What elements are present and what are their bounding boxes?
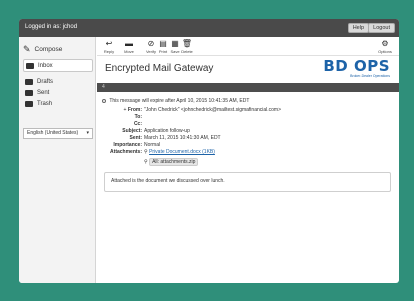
attachment-zip-link[interactable]: All: attachments.zip [149,158,199,166]
importance-value: Normal [144,142,161,148]
reply-label: Reply [103,49,115,54]
page-title: Encrypted Mail Gateway [105,63,214,74]
importance-row: Importance: Normal [107,142,307,148]
brand-logo: BD OPS Broker-Dealer Operations [323,57,390,78]
delete-icon: 🗑 [181,39,193,48]
expiry-notice: This message will expire after April 10,… [102,98,249,104]
subject-value: Application follow-up [144,128,190,134]
importance-label: Importance: [113,142,142,148]
cc-label: Cc: [133,121,142,127]
sent-row: Sent: March 11, 2015 10:41:30 AM, EDT [107,135,307,141]
top-bar: Logged in as: jchod Help Logout [19,19,399,37]
compose-button[interactable]: ✎ Compose [23,42,91,56]
sidebar-item-inbox[interactable]: Inbox [23,59,93,72]
message-body: Attached is the document we discussed ov… [104,172,391,192]
move-icon: ▬ [125,39,133,48]
reply-icon: ↩ [105,39,113,48]
expiry-text: This message will expire after April 10,… [109,98,250,104]
info-icon [102,98,106,103]
main-content: ↩ Reply ▬ Move ⊘ Verify ▤ Print ▦ Save 🗑 [97,37,399,283]
sidebar-item-trash[interactable]: Trash [23,98,93,109]
message-number: 4 [102,84,105,90]
attachment-link[interactable]: Private Document.docx (1KB) [149,149,215,155]
message-body-text: Attached is the document we discussed ov… [111,178,225,184]
attachment-all-row: ⚲ All: attachments.zip [144,158,344,166]
compose-icon: ✎ [23,43,31,54]
move-button[interactable]: ▬ Move [121,39,137,54]
trash-icon [25,100,33,107]
inbox-icon [26,62,34,69]
logo-main-text: BD OPS [323,57,390,75]
sidebar-item-sent[interactable]: Sent [23,87,93,98]
sent-value: March 11, 2015 10:41:30 AM, EDT [144,135,221,141]
app-window: Logged in as: jchod Help Logout ✎ Compos… [19,19,399,283]
to-row: To: [107,114,307,120]
delete-label: Delete [181,49,193,54]
move-label: Move [124,49,134,54]
sent-icon [25,89,33,96]
language-value: English (United States) [27,130,79,136]
from-label: + From: [107,107,142,113]
attachments-label: Attachments: [110,149,142,155]
paperclip-icon: ⚲ [144,149,148,155]
expand-icon[interactable]: + [124,107,127,113]
sent-label: Sent: [129,135,143,141]
sidebar-item-drafts[interactable]: Drafts [23,76,93,87]
cc-row: Cc: [107,121,307,127]
to-label: To: [134,114,142,120]
logout-button[interactable]: Logout [368,23,395,33]
help-button[interactable]: Help [347,23,369,33]
paperclip-icon: ⚲ [144,159,148,165]
sidebar-item-label: Trash [37,100,53,107]
sidebar-item-label: Inbox [38,62,53,69]
language-select[interactable]: English (United States) ▾ [23,128,93,139]
from-value: "John Chedrick" <johnchedrick@mailtest.s… [144,107,282,113]
sidebar-item-label: Sent [37,89,50,96]
drafts-icon [25,78,33,85]
delete-button[interactable]: 🗑 Delete [179,39,195,54]
sidebar: ✎ Compose Inbox Drafts Sent Trash Englis… [19,37,96,283]
subject-label: Subject: [122,128,142,134]
from-label-text: From: [127,107,142,113]
attachments-row: Attachments: ⚲ Private Document.docx (1KB… [107,149,307,155]
options-label: Options [378,49,392,54]
chevron-down-icon: ▾ [86,130,89,136]
message-header-bar: 4 [97,83,399,92]
logged-in-user: Logged in as: jchod [25,24,78,30]
options-button[interactable]: ⚙ Options [377,39,393,54]
reply-button[interactable]: ↩ Reply [101,39,117,54]
subject-row: Subject: Application follow-up [107,128,307,134]
gear-icon: ⚙ [381,39,389,48]
toolbar: ↩ Reply ▬ Move ⊘ Verify ▤ Print ▦ Save 🗑 [97,37,399,56]
compose-label: Compose [34,45,63,53]
sidebar-item-label: Drafts [37,78,54,85]
print-label: Print [158,49,168,54]
from-row: + From: "John Chedrick" <johnchedrick@mai… [107,107,307,113]
